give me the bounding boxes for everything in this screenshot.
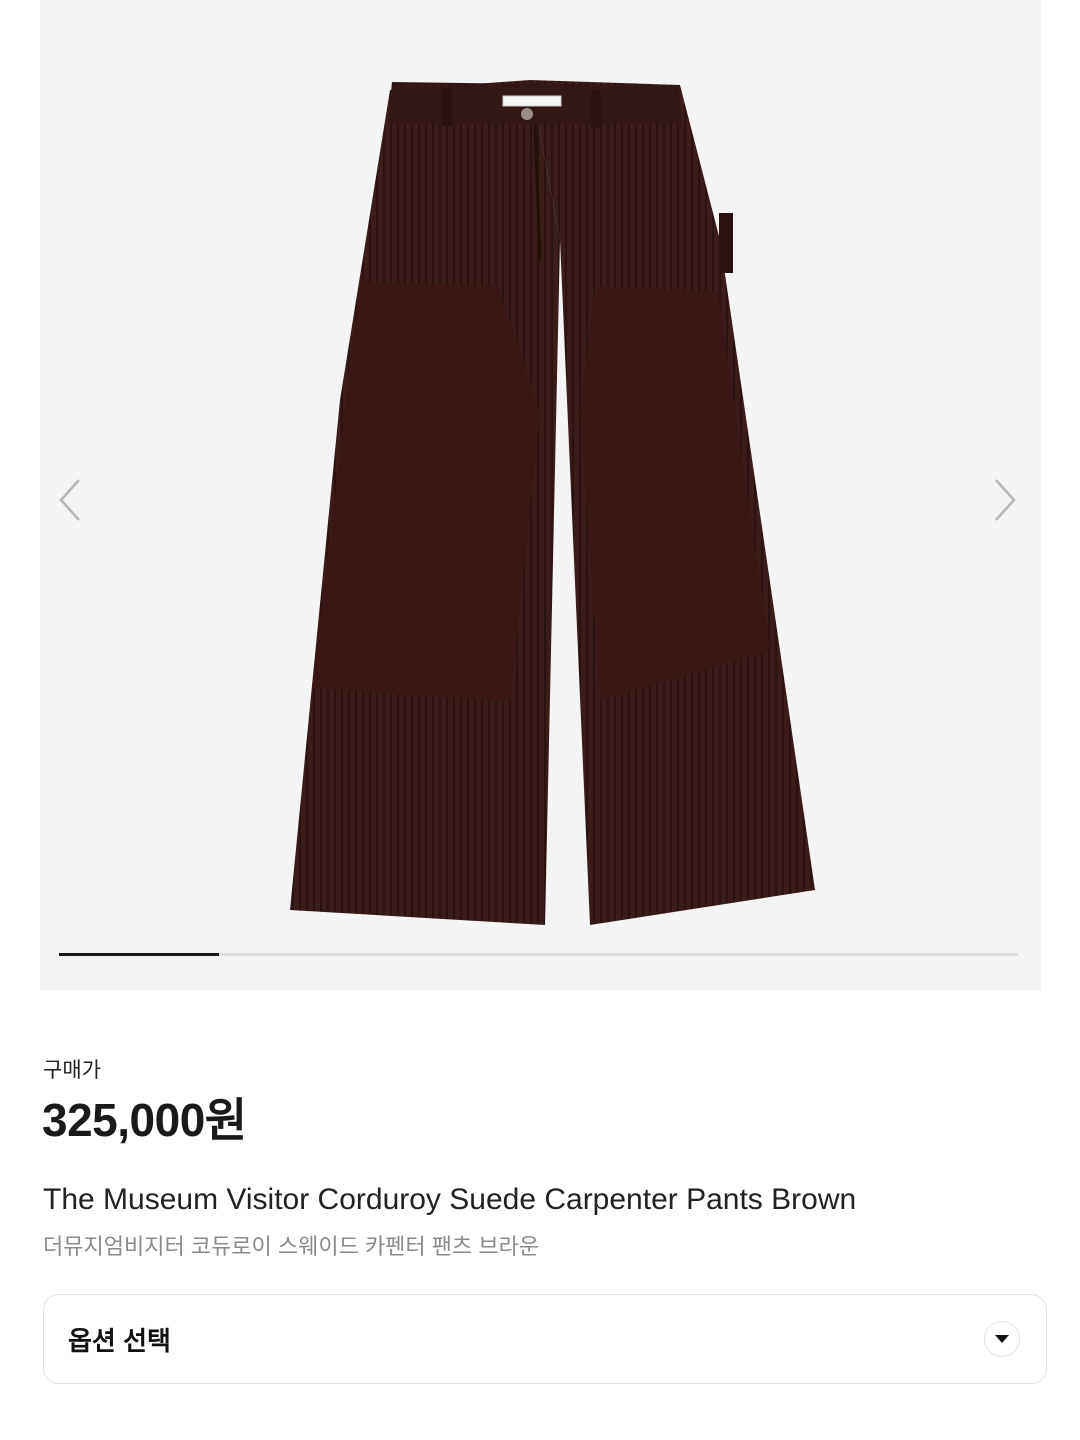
chevron-left-icon xyxy=(59,479,80,521)
option-select-dropdown[interactable]: 옵션 선택 xyxy=(43,1294,1047,1384)
next-image-button[interactable] xyxy=(975,470,1035,530)
gallery-progress-track xyxy=(59,953,1018,956)
price-label: 구매가 xyxy=(43,1059,101,1082)
product-title-en: The Museum Visitor Corduroy Suede Carpen… xyxy=(43,1183,857,1216)
gallery-progress-fill xyxy=(59,953,220,956)
product-image xyxy=(290,80,815,925)
product-title-ko: 더뮤지엄비지터 코듀로이 스웨이드 카펜터 팬츠 브라운 xyxy=(43,1234,540,1259)
caret-down-button[interactable] xyxy=(984,1321,1020,1357)
product-image-gallery[interactable] xyxy=(40,0,1041,990)
option-select-label: 옵션 선택 xyxy=(68,1325,171,1356)
chevron-right-icon xyxy=(995,479,1016,521)
caret-down-icon xyxy=(995,1335,1009,1343)
prev-image-button[interactable] xyxy=(40,470,100,530)
price: 325,000원 xyxy=(42,1094,247,1146)
